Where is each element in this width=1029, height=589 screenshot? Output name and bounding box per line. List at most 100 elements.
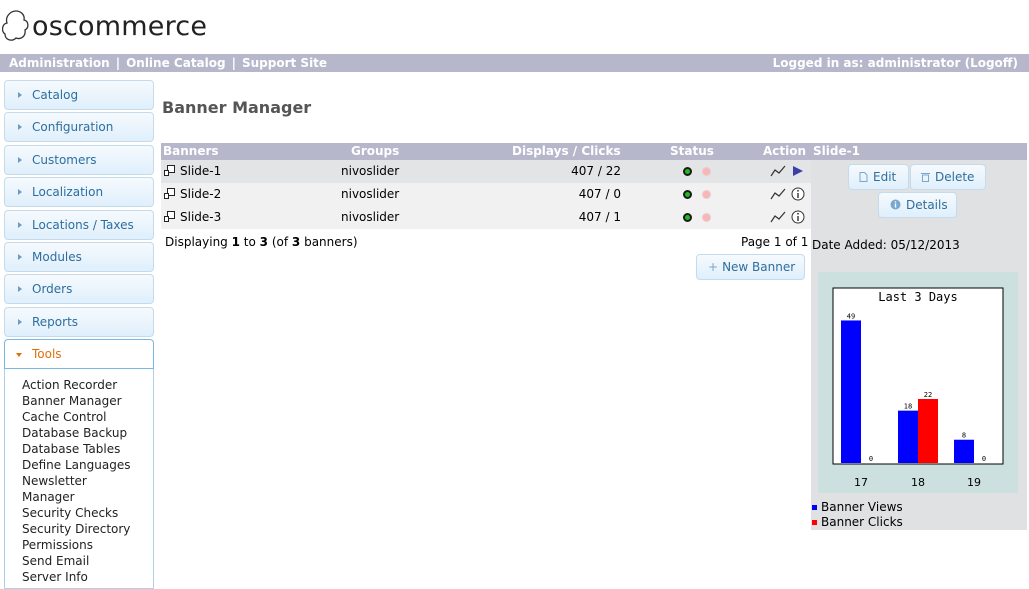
top-nav-bar: Administration | Online Catalog | Support Si… <box>0 54 1029 72</box>
sidebar-item-label: Locations / Taxes <box>32 217 134 232</box>
sidebar-item-customers[interactable]: Customers <box>4 144 154 175</box>
new-banner-label: New Banner <box>722 260 796 274</box>
statistics-icon[interactable] <box>770 210 786 224</box>
details-label: Details <box>906 198 948 212</box>
tools-item-security-directory[interactable]: Security Directory <box>22 521 153 537</box>
status-active-icon[interactable] <box>683 213 692 222</box>
info-box-title: Slide-1 <box>811 143 1027 160</box>
bar-banner-views-19 <box>954 439 974 463</box>
sidebar-item-label: Catalog <box>32 88 79 102</box>
tools-item-database-backup[interactable]: Database Backup <box>22 425 153 441</box>
date-added: Date Added: 05/12/2013 <box>812 238 960 252</box>
banner-displays-clicks: 407 / 22 <box>571 164 621 178</box>
banner-group: nivoslider <box>341 164 400 178</box>
info-icon[interactable] <box>791 187 805 201</box>
support-site-link[interactable]: Support Site <box>242 56 327 70</box>
tools-item-send-email[interactable]: Send Email <box>22 553 153 569</box>
header-status: Status <box>670 144 714 158</box>
info-icon[interactable] <box>791 210 805 224</box>
sidebar-item-label: Modules <box>32 249 82 264</box>
bar-banner-views-17 <box>841 320 861 463</box>
displaying-suffix: banners) <box>300 235 358 249</box>
banner-displays-clicks: 407 / 0 <box>578 187 621 201</box>
online-catalog-link[interactable]: Online Catalog <box>126 56 226 70</box>
data-label: 0 <box>982 455 986 463</box>
chart-legend: Banner Views Banner Clicks <box>812 500 903 530</box>
statistics-icon[interactable] <box>770 164 786 178</box>
sidebar-item-modules[interactable]: Modules <box>4 241 154 272</box>
tools-item-manager[interactable]: Manager <box>22 489 153 505</box>
details-button[interactable]: Details <box>878 192 957 218</box>
data-label: 18 <box>904 403 912 411</box>
tools-item-define-languages[interactable]: Define Languages <box>22 457 153 473</box>
header-groups: Groups <box>351 144 400 158</box>
new-banner-button[interactable]: + New Banner <box>696 254 805 280</box>
banner-name: Slide-1 <box>180 164 222 178</box>
tools-item-database-tables[interactable]: Database Tables <box>22 441 153 457</box>
tools-item-permissions[interactable]: Permissions <box>22 537 153 553</box>
administration-link[interactable]: Administration <box>9 56 110 70</box>
window-icon[interactable] <box>164 211 175 222</box>
x-tick-label: 17 <box>854 476 868 489</box>
displaying-to-word: to <box>239 235 260 249</box>
table-row[interactable]: Slide-1 nivoslider 407 / 22 <box>161 160 811 183</box>
separator: | <box>115 56 121 70</box>
table-row[interactable]: Slide-2 nivoslider 407 / 0 <box>161 183 811 206</box>
tools-item-security-checks[interactable]: Security Checks <box>22 505 153 521</box>
sidebar-item-label: Reports <box>32 314 79 329</box>
page-info: Page 1 of 1 <box>741 235 809 249</box>
status-inactive-icon[interactable] <box>702 190 711 199</box>
banner-name: Slide-3 <box>180 210 222 224</box>
chart-title: Last 3 Days <box>878 290 957 304</box>
document-icon <box>859 172 868 182</box>
banner-stats-chart: Last 3 Days 49 0 17 18 22 18 8 0 19 <box>832 287 1004 489</box>
sidebar-item-orders[interactable]: Orders <box>4 274 154 305</box>
sidebar-item-reports[interactable]: Reports <box>4 306 154 337</box>
header-displays-clicks: Displays / Clicks <box>512 144 621 158</box>
banner-displays-clicks: 407 / 1 <box>578 210 621 224</box>
table-header: Banners Groups Displays / Clicks Status … <box>161 143 811 160</box>
oscommerce-logo[interactable]: oscommerce <box>2 6 207 46</box>
x-tick-label: 18 <box>911 476 925 489</box>
bar-banner-views-18 <box>898 410 918 463</box>
sidebar-item-label: Customers <box>32 152 97 167</box>
tools-item-server-info[interactable]: Server Info <box>22 569 153 585</box>
sidebar-item-catalog[interactable]: Catalog <box>4 80 154 110</box>
banner-group: nivoslider <box>341 187 400 201</box>
edit-button[interactable]: Edit <box>848 164 909 190</box>
displaying-to: 3 <box>259 235 269 249</box>
sidebar-item-localization[interactable]: Localization <box>4 177 154 208</box>
tools-item-newsletter[interactable]: Newsletter <box>22 473 153 489</box>
arrow-right-icon <box>793 166 803 176</box>
displaying-prefix: Displaying <box>165 235 232 249</box>
bar-banner-clicks-18 <box>918 399 938 463</box>
sidebar-item-locations-taxes[interactable]: Locations / Taxes <box>4 209 154 240</box>
legend-label: Banner Views <box>821 500 903 514</box>
status-active-icon[interactable] <box>683 167 692 176</box>
sidebar-item-tools[interactable]: Tools <box>4 339 154 370</box>
displaying-of-prefix: (of <box>268 235 292 249</box>
tools-submenu: Action Recorder Banner Manager Cache Con… <box>4 369 154 589</box>
data-label: 22 <box>924 391 932 399</box>
page-title: Banner Manager <box>162 98 312 117</box>
chevron-right-icon <box>18 189 22 196</box>
legend-item: Banner Clicks <box>812 515 903 530</box>
tools-item-banner-manager[interactable]: Banner Manager <box>22 393 153 409</box>
status-inactive-icon[interactable] <box>702 167 711 176</box>
table-row[interactable]: Slide-3 nivoslider 407 / 1 <box>161 206 811 229</box>
logoff-link[interactable]: (Logoff) <box>965 56 1018 70</box>
chevron-right-icon <box>18 124 22 131</box>
tools-item-action-recorder[interactable]: Action Recorder <box>22 377 153 393</box>
displaying-total: 3 <box>291 235 301 249</box>
window-icon[interactable] <box>164 188 175 199</box>
banners-table: Banners Groups Displays / Clicks Status … <box>161 143 811 229</box>
tools-item-cache-control[interactable]: Cache Control <box>22 409 153 425</box>
window-icon[interactable] <box>164 165 175 176</box>
statistics-icon[interactable] <box>770 187 786 201</box>
delete-button[interactable]: Delete <box>910 164 986 190</box>
sidebar-item-configuration[interactable]: Configuration <box>4 112 154 143</box>
status-active-icon[interactable] <box>683 190 692 199</box>
legend-label: Banner Clicks <box>821 515 903 529</box>
status-inactive-icon[interactable] <box>702 213 711 222</box>
legend-item: Banner Views <box>812 500 903 515</box>
